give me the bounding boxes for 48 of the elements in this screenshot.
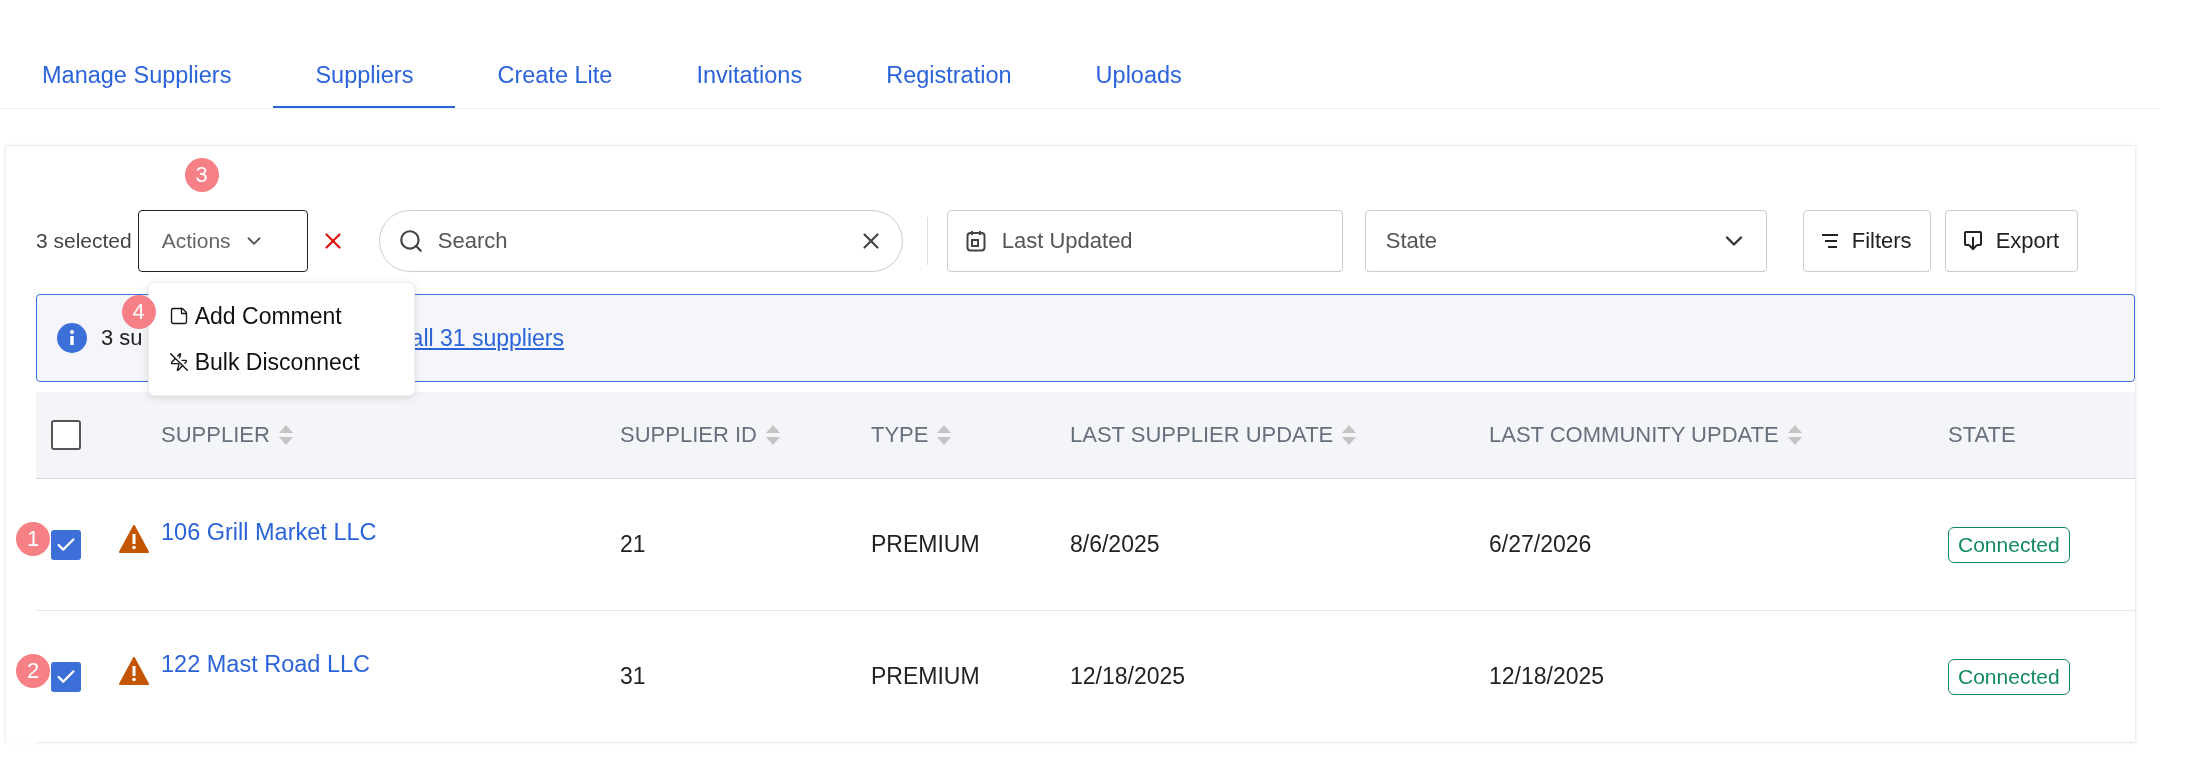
column-header[interactable]: TYPE	[871, 422, 929, 448]
table-cell: 12/18/2025	[1070, 663, 1186, 690]
menu-item[interactable]: Bulk Disconnect	[168, 339, 414, 385]
column-header[interactable]: LAST COMMUNITY UPDATE	[1489, 422, 1779, 448]
column-header[interactable]: SUPPLIER	[161, 422, 270, 448]
status-tag: Connected	[1948, 658, 2070, 695]
search-icon	[397, 228, 424, 254]
column-header[interactable]: SUPPLIER ID	[620, 422, 757, 448]
table-cell: 6/27/2026	[1489, 531, 1592, 558]
select-all-checkbox[interactable]	[51, 420, 81, 450]
menu-item[interactable]: Add Comment	[168, 293, 414, 339]
tab[interactable]: Invitations	[654, 50, 845, 108]
date-input[interactable]: Last Updated	[999, 227, 1324, 255]
table-cell: 21	[620, 531, 646, 558]
annotation-badge: 2	[16, 654, 50, 688]
filter-lines-icon	[1821, 234, 1838, 248]
filters-button[interactable]: Filters	[1802, 210, 1931, 272]
row-checkbox[interactable]	[51, 529, 81, 560]
table-cell: 31	[620, 663, 646, 690]
tab[interactable]: Registration	[844, 50, 1054, 108]
date-field[interactable]: Last Updated	[946, 210, 1343, 272]
export-icon	[1963, 231, 1982, 251]
status-tag: Connected	[1948, 526, 2070, 563]
annotation-badge: 1	[16, 522, 50, 556]
info-icon	[57, 323, 87, 353]
tab[interactable]: Suppliers	[273, 50, 456, 108]
tab[interactable]: Uploads	[1053, 50, 1224, 108]
state-dropdown[interactable]: State	[1364, 210, 1767, 272]
tab[interactable]: Manage Suppliers	[0, 50, 274, 108]
actions-dropdown[interactable]: Actions	[137, 210, 308, 272]
search-input[interactable]: Search	[435, 227, 846, 255]
export-button[interactable]: Export	[1944, 210, 2079, 272]
table-cell: 8/6/2025	[1070, 531, 1160, 558]
supplier-link[interactable]: 106 Grill Market LLC	[161, 518, 377, 546]
lightning-off-icon	[168, 352, 189, 372]
row-checkbox[interactable]	[51, 661, 81, 692]
table-cell: PREMIUM	[871, 663, 980, 690]
column-header: STATE	[1948, 422, 2016, 448]
supplier-link[interactable]: 122 Mast Road LLC	[161, 650, 370, 678]
table-cell: PREMIUM	[871, 531, 980, 558]
tab[interactable]: Create Lite	[455, 50, 655, 108]
calendar-icon	[965, 230, 986, 252]
state-input[interactable]: State	[1383, 227, 1706, 255]
column-header[interactable]: LAST SUPPLIER UPDATE	[1070, 422, 1334, 448]
annotation-badge: 3	[184, 158, 219, 192]
table-cell: 12/18/2025	[1489, 663, 1605, 690]
note-icon	[168, 306, 189, 326]
selected-count: 3 selected	[36, 229, 132, 253]
